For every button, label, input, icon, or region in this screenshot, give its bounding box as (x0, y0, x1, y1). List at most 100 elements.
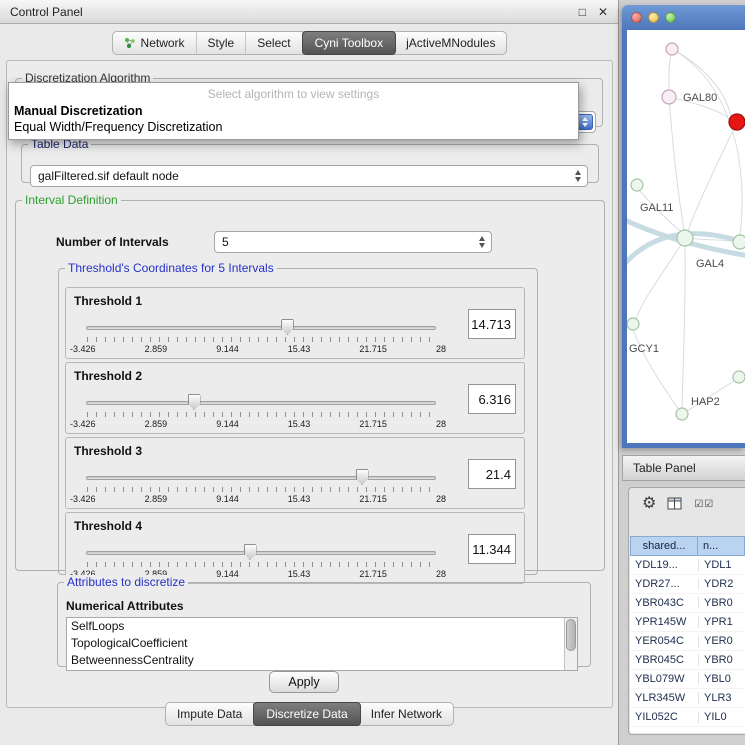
cell-name: YBR0 (698, 597, 745, 609)
scale-label: -3.426 (70, 344, 96, 354)
select-columns-checkboxes-icon[interactable]: ☑☑ (694, 499, 714, 510)
network-view-window: GAL80 GAL11 GAL4 GCY1 HAP2 (622, 5, 745, 448)
tab-style[interactable]: Style (197, 32, 247, 54)
tab-cyni-toolbox[interactable]: Cyni Toolbox (302, 31, 396, 55)
threshold-3-panel: Threshold 3 -3.4262.8599.14415.4321.7152… (65, 437, 525, 509)
slider-ticks (87, 337, 435, 342)
table-row[interactable]: YIL052CYIL0 (630, 708, 745, 727)
table-row[interactable]: YBR045CYBR0 (630, 651, 745, 670)
network-node-hap2[interactable] (676, 408, 688, 420)
list-item[interactable]: SelfLoops (67, 618, 577, 635)
table-data-select[interactable]: galFiltered.sif default node (30, 165, 588, 187)
minimize-icon[interactable]: □ (579, 6, 586, 18)
network-node-gal11[interactable] (631, 179, 643, 191)
scrollbar-thumb[interactable] (566, 619, 576, 651)
table-row[interactable]: YPR145WYPR1 (630, 613, 745, 632)
threshold-1-panel: Threshold 1 -3.4262.8599.14415.4321.7152… (65, 287, 525, 359)
close-icon[interactable]: ✕ (598, 6, 608, 18)
network-node-gal4[interactable] (677, 230, 693, 246)
top-tab-bar: Network Style Select Cyni Toolbox jActiv… (0, 31, 619, 55)
slider-thumb[interactable] (281, 319, 294, 335)
network-canvas[interactable]: GAL80 GAL11 GAL4 GCY1 HAP2 (627, 30, 745, 443)
threshold-4-value-field[interactable]: 11.344 (468, 534, 516, 564)
network-node[interactable] (666, 43, 678, 55)
cell-name: YLR3 (698, 692, 745, 704)
columns-icon[interactable] (667, 497, 683, 511)
threshold-2-slider[interactable]: -3.4262.8599.14415.4321.71528 (86, 393, 436, 433)
column-header-name[interactable]: n... (698, 536, 745, 556)
tab-label: jActiveMNodules (406, 36, 495, 50)
network-node[interactable] (733, 235, 745, 249)
cell-name: YIL0 (698, 711, 745, 723)
num-intervals-select[interactable]: 5 (214, 231, 492, 253)
slider-track[interactable] (86, 401, 436, 405)
network-tab-icon (124, 37, 136, 49)
slider-scale: -3.4262.8599.14415.4321.71528 (70, 494, 446, 504)
threshold-3-slider[interactable]: -3.4262.8599.14415.4321.71528 (86, 468, 436, 508)
tab-label: Cyni Toolbox (315, 36, 383, 50)
table-toolbar: ⚙ ☑☑ (629, 488, 745, 520)
network-node-gal80[interactable] (662, 90, 676, 104)
scale-label: 9.144 (216, 419, 239, 429)
table-row[interactable]: YDL19...YDL1 (630, 556, 745, 575)
tab-discretize-data[interactable]: Discretize Data (253, 702, 360, 726)
group-label: Interval Definition (22, 193, 121, 207)
slider-track[interactable] (86, 326, 436, 330)
tab-impute-data[interactable]: Impute Data (166, 703, 254, 725)
titlebar: Control Panel □ ✕ (0, 0, 618, 24)
tab-jactivemnodules[interactable]: jActiveMNodules (395, 32, 506, 54)
list-item[interactable]: TopologicalCoefficient (67, 635, 577, 652)
slider-track[interactable] (86, 476, 436, 480)
node-label-gal4: GAL4 (696, 258, 724, 270)
scale-label: 28 (436, 419, 446, 429)
list-scrollbar[interactable] (564, 618, 577, 670)
threshold-1-slider[interactable]: -3.4262.8599.14415.4321.71528 (86, 318, 436, 358)
network-node-selected-red[interactable] (729, 114, 745, 130)
column-header-shared-name[interactable]: shared... (630, 536, 698, 556)
minimize-traffic-light-icon[interactable] (648, 12, 659, 23)
threshold-1-value-field[interactable]: 14.713 (468, 309, 516, 339)
interval-definition-group: Interval Definition Number of Intervals … (15, 193, 605, 571)
network-node[interactable] (733, 371, 745, 383)
list-item[interactable]: BetweennessCentrality (67, 652, 577, 669)
threshold-3-value-field[interactable]: 21.4 (468, 459, 516, 489)
group-label: Attributes to discretize (64, 575, 188, 589)
tab-label: Infer Network (371, 707, 442, 721)
cell-shared-name: YDR27... (630, 578, 698, 590)
zoom-traffic-light-icon[interactable] (665, 12, 676, 23)
attributes-list: SelfLoops TopologicalCoefficient Between… (66, 617, 578, 671)
cell-name: YER0 (698, 635, 745, 647)
table-panel-title: Table Panel (633, 461, 696, 475)
table-row[interactable]: YDR27...YDR2 (630, 575, 745, 594)
close-traffic-light-icon[interactable] (631, 12, 642, 23)
cyni-toolbox-panel: Discretization Algorithm Table Data galF… (6, 60, 613, 708)
slider-thumb[interactable] (244, 544, 257, 560)
tab-select[interactable]: Select (246, 32, 302, 54)
apply-button[interactable]: Apply (269, 671, 339, 693)
slider-thumb[interactable] (188, 394, 201, 410)
slider-thumb[interactable] (356, 469, 369, 485)
scale-label: 2.859 (145, 494, 168, 504)
dropdown-option-equal-width-frequency[interactable]: Equal Width/Frequency Discretization (9, 119, 578, 135)
combo-arrows-icon (573, 170, 582, 182)
table-row[interactable]: YER054CYER0 (630, 632, 745, 651)
threshold-2-value-field[interactable]: 6.316 (468, 384, 516, 414)
gear-icon[interactable]: ⚙ (642, 496, 656, 512)
scale-label: 15.43 (288, 344, 311, 354)
dropdown-placeholder-option[interactable]: Select algorithm to view settings (9, 85, 578, 103)
scale-label: 21.715 (359, 419, 387, 429)
thresholds-group: Threshold's Coordinates for 5 Intervals … (58, 261, 538, 575)
table-row[interactable]: YBR043CYBR0 (630, 594, 745, 613)
selected-value: 5 (222, 235, 229, 249)
dropdown-option-manual-discretization[interactable]: Manual Discretization (9, 103, 578, 119)
tab-network[interactable]: Network (113, 32, 197, 54)
tab-infer-network[interactable]: Infer Network (360, 703, 453, 725)
algorithm-dropdown-popup: Select algorithm to view settings Manual… (8, 82, 579, 140)
cell-shared-name: YBR045C (630, 654, 698, 666)
slider-track[interactable] (86, 551, 436, 555)
bottom-tab-bar: Impute Data Discretize Data Infer Networ… (0, 702, 619, 726)
network-node-gcy1[interactable] (627, 318, 639, 330)
table-row[interactable]: YBL079WYBL0 (630, 670, 745, 689)
scale-label: 21.715 (359, 344, 387, 354)
table-row[interactable]: YLR345WYLR3 (630, 689, 745, 708)
